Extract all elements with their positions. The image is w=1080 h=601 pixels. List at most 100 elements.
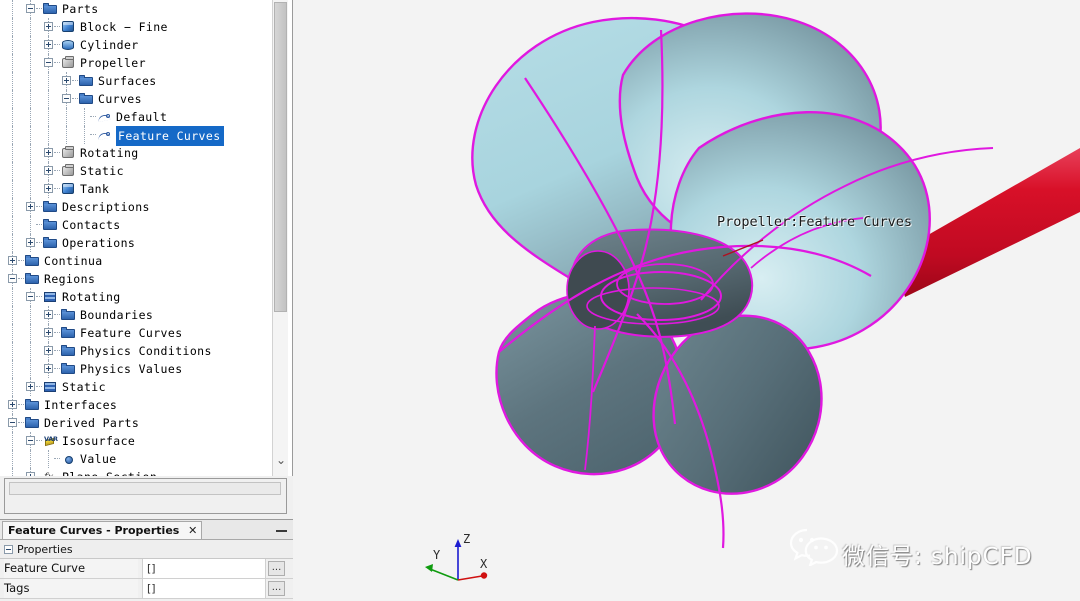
collapse-icon[interactable]	[44, 58, 53, 67]
close-icon[interactable]: ✕	[188, 524, 197, 537]
tree-item[interactable]: Rotating	[0, 144, 272, 162]
expand-icon[interactable]	[44, 184, 53, 193]
tree-item[interactable]: Interfaces	[0, 396, 272, 414]
tree-item[interactable]: Static	[0, 162, 272, 180]
collapse-icon[interactable]	[62, 94, 71, 103]
property-value[interactable]: []	[142, 579, 266, 598]
collapse-icon[interactable]	[26, 4, 35, 13]
expand-icon[interactable]	[62, 76, 71, 85]
collapse-icon[interactable]	[4, 545, 13, 554]
collapse-icon[interactable]	[8, 418, 17, 427]
tree-item-label: Surfaces	[98, 74, 157, 88]
collapse-icon[interactable]	[26, 436, 35, 445]
minimize-icon[interactable]	[276, 525, 287, 534]
gray-icon	[61, 56, 76, 70]
tree-guide-dots	[36, 386, 42, 388]
tree-guide-line	[30, 180, 32, 198]
cube-icon	[61, 20, 76, 34]
tree-item[interactable]: Physics Conditions	[0, 342, 272, 360]
tree-item[interactable]: Continua	[0, 252, 272, 270]
tab-feature-curves-properties[interactable]: Feature Curves - Properties ✕	[2, 521, 203, 539]
tree-item[interactable]: Descriptions	[0, 198, 272, 216]
tree-guide-line	[12, 126, 14, 144]
axis-triad: Z Y X	[420, 532, 500, 596]
watermark: 微信号: shipCFD	[788, 526, 1078, 582]
tree-item-label: Physics Values	[80, 362, 183, 376]
expand-icon[interactable]	[26, 382, 35, 391]
tree-item[interactable]: Block − Fine	[0, 18, 272, 36]
tree-item[interactable]: Value	[0, 450, 272, 468]
tree-item[interactable]: Tank	[0, 180, 272, 198]
tree-item-label: Operations	[62, 236, 136, 250]
tree-guide-line	[12, 90, 14, 108]
tree-item[interactable]: Feature Curves	[0, 126, 272, 146]
tree-vertical-scrollbar[interactable]: ⌄	[272, 0, 288, 476]
tree-guide-line	[12, 306, 14, 324]
properties-group-header[interactable]: Properties	[0, 540, 293, 559]
tree-item[interactable]: Surfaces	[0, 72, 272, 90]
property-value[interactable]: []	[142, 559, 266, 578]
expand-icon[interactable]	[26, 472, 35, 476]
expand-icon[interactable]	[26, 202, 35, 211]
tree-guide-line	[12, 198, 14, 216]
tree-item[interactable]: Operations	[0, 234, 272, 252]
tree-item-label: Descriptions	[62, 200, 150, 214]
tree-item-label: Parts	[62, 2, 99, 16]
expand-icon[interactable]	[26, 238, 35, 247]
tree-filter-input[interactable]	[9, 482, 281, 495]
folder-icon	[43, 236, 58, 250]
simulation-tree[interactable]: Parts Block − Fine Cylinder Propeller Surfac…	[0, 0, 272, 476]
browse-button[interactable]: ...	[268, 581, 285, 596]
expand-icon[interactable]	[44, 310, 53, 319]
folder-icon	[79, 92, 94, 106]
tree-guide-line	[48, 450, 50, 468]
tree-item[interactable]: Boundaries	[0, 306, 272, 324]
expand-icon[interactable]	[44, 364, 53, 373]
tree-filter-panel	[4, 478, 287, 514]
expand-icon[interactable]	[8, 400, 17, 409]
tree-item[interactable]: Static	[0, 378, 272, 396]
3d-viewport[interactable]: Propeller:Feature Curves Z Y X 微信号: ship…	[293, 0, 1080, 601]
expand-icon[interactable]	[44, 148, 53, 157]
tree-guide-line	[30, 324, 32, 342]
expand-icon[interactable]	[44, 40, 53, 49]
watermark-text: 微信号: shipCFD	[842, 544, 1033, 570]
collapse-icon[interactable]	[8, 274, 17, 283]
tree-item[interactable]: Feature Curves	[0, 324, 272, 342]
tree-item-label: Physics Conditions	[80, 344, 212, 358]
tree-scrollbar-thumb[interactable]	[274, 2, 287, 312]
tree-item[interactable]: VAR Isosurface	[0, 432, 272, 450]
tree-item-label: Contacts	[62, 218, 121, 232]
tree-item-label: Block − Fine	[80, 20, 168, 34]
tree-item[interactable]: Rotating	[0, 288, 272, 306]
tree-item[interactable]: Curves	[0, 90, 272, 108]
tree-item-label: Continua	[44, 254, 103, 268]
tree-item[interactable]: Derived Parts	[0, 414, 272, 432]
tree-item-label: Derived Parts	[44, 416, 140, 430]
tree-item[interactable]: Regions	[0, 270, 272, 288]
tree-item[interactable]: Plane Section	[0, 468, 272, 476]
tree-item[interactable]: Propeller	[0, 54, 272, 72]
tree-guide-dots	[36, 206, 42, 208]
table-row[interactable]: Feature Curve [] ...	[0, 559, 293, 579]
tree-guide-line	[12, 360, 14, 378]
tree-item[interactable]: Contacts	[0, 216, 272, 234]
expand-icon[interactable]	[8, 256, 17, 265]
collapse-icon[interactable]	[26, 292, 35, 301]
chevron-down-icon[interactable]: ⌄	[273, 452, 289, 468]
expand-icon[interactable]	[44, 328, 53, 337]
tree-item[interactable]: Parts	[0, 0, 272, 18]
expand-icon[interactable]	[44, 166, 53, 175]
table-row[interactable]: Tags [] ...	[0, 579, 293, 599]
tree-guide-dots	[18, 404, 24, 406]
expand-icon[interactable]	[44, 346, 53, 355]
cae-application-window: Parts Block − Fine Cylinder Propeller Surfac…	[0, 0, 1080, 601]
tree-item-label: Static	[80, 164, 124, 178]
tree-item[interactable]: Physics Values	[0, 360, 272, 378]
tree-item[interactable]: Cylinder	[0, 36, 272, 54]
expand-icon[interactable]	[44, 22, 53, 31]
tree-item-label: Rotating	[80, 146, 139, 160]
tree-item[interactable]: Default	[0, 108, 272, 126]
tree-guide-line	[12, 54, 14, 72]
browse-button[interactable]: ...	[268, 561, 285, 576]
